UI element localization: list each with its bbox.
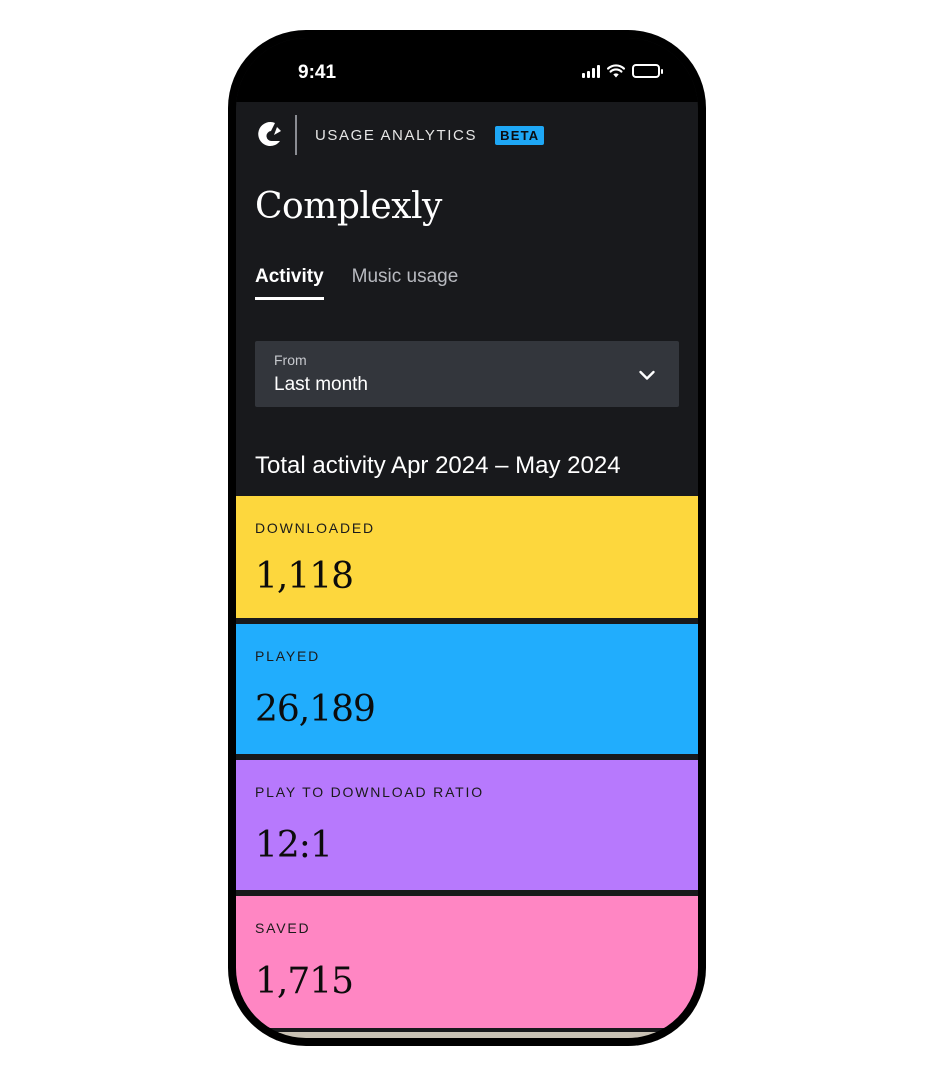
beta-badge: BETA <box>495 125 545 145</box>
tab-activity[interactable]: Activity <box>255 266 324 300</box>
app-header: USAGE ANALYTICS BETA <box>255 114 545 156</box>
summary-heading: Total activity Apr 2024 – May 2024 <box>255 452 621 479</box>
tab-music-usage[interactable]: Music usage <box>352 266 459 300</box>
header-divider <box>295 115 297 155</box>
date-range-dropdown[interactable]: From Last month <box>255 341 679 407</box>
app-screen: 9:41 USAGE ANALYTICS BETA Complexly Acti… <box>236 38 698 1038</box>
stat-card-play-to-download-ratio: PLAY TO DOWNLOAD RATIO 12:1 <box>236 760 698 890</box>
stat-label: PLAY TO DOWNLOAD RATIO <box>255 784 484 800</box>
stat-label: SAVED <box>255 920 311 936</box>
stat-label: DOWNLOADED <box>255 520 375 536</box>
page-title: Complexly <box>255 186 442 227</box>
battery-icon <box>632 64 663 78</box>
dropdown-label: From <box>274 352 307 368</box>
stat-label: PLAYED <box>255 648 321 664</box>
stat-card-downloaded: DOWNLOADED 1,118 <box>236 496 698 618</box>
tab-bar: Activity Music usage <box>255 266 458 300</box>
chevron-down-icon <box>639 370 655 380</box>
stat-value: 12:1 <box>255 825 333 866</box>
stat-value: 1,118 <box>255 556 354 597</box>
next-card-peek <box>236 1032 698 1038</box>
status-time: 9:41 <box>298 62 337 83</box>
section-label: USAGE ANALYTICS <box>315 126 478 144</box>
stat-value: 26,189 <box>255 689 376 730</box>
stat-card-saved: SAVED 1,715 <box>236 896 698 1028</box>
status-bar: 9:41 <box>236 38 698 102</box>
signal-icon <box>582 64 600 78</box>
logo-icon[interactable] <box>255 121 283 149</box>
dropdown-value: Last month <box>274 374 368 395</box>
stat-card-played: PLAYED 26,189 <box>236 624 698 754</box>
stat-value: 1,715 <box>255 961 354 1002</box>
status-icons <box>582 64 663 78</box>
wifi-icon <box>607 64 625 78</box>
